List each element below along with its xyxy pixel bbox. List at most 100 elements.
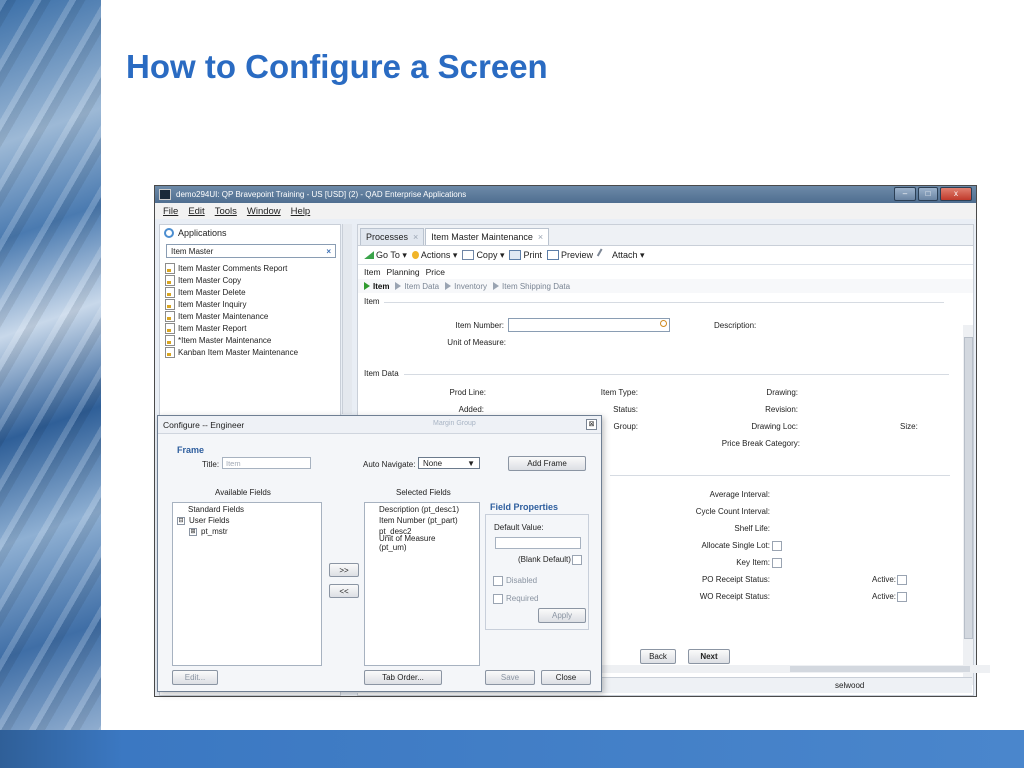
applications-header[interactable]: Applications xyxy=(160,225,340,241)
required-checkbox[interactable] xyxy=(493,594,503,604)
frame-nav-item-data[interactable]: Item Data xyxy=(395,282,439,291)
allocate-single-lot-checkbox[interactable] xyxy=(772,541,782,551)
subtab-planning[interactable]: Planning xyxy=(387,267,420,277)
application-search-input[interactable]: Item Master × xyxy=(166,244,336,258)
required-label: Required xyxy=(506,594,539,603)
copy-button[interactable]: Copy ▾ xyxy=(462,250,504,261)
default-value-input[interactable] xyxy=(495,537,581,549)
minimize-button[interactable]: – xyxy=(894,187,916,201)
section-divider xyxy=(384,302,944,303)
play-icon xyxy=(364,282,370,291)
lightbulb-icon xyxy=(411,251,419,260)
list-item[interactable]: Item Master Copy xyxy=(165,274,340,286)
gear-icon xyxy=(164,228,174,238)
actions-button[interactable]: Actions ▾ xyxy=(411,250,457,261)
expand-icon[interactable]: ⊞ xyxy=(189,527,197,536)
list-item[interactable]: Item Master Comments Report xyxy=(165,262,340,274)
wo-active-checkbox[interactable] xyxy=(897,592,907,602)
section-item-label: Item xyxy=(364,297,380,306)
drawing-loc-label: Drawing Loc: xyxy=(751,422,798,431)
menu-help[interactable]: Help xyxy=(291,206,311,217)
menu-file[interactable]: File xyxy=(163,206,178,217)
scroll-thumb[interactable] xyxy=(964,337,973,639)
auto-navigate-label: Auto Navigate: xyxy=(363,460,416,469)
tab-order-button[interactable]: Tab Order... xyxy=(364,670,442,685)
maintenance-icon xyxy=(165,334,175,346)
goto-button[interactable]: Go To ▾ xyxy=(364,250,407,261)
list-item[interactable]: Unit of Measure (pt_um) xyxy=(379,534,465,552)
default-value-label: Default Value: xyxy=(494,523,544,532)
form-horizontal-scrollbar[interactable] xyxy=(590,665,990,673)
next-button[interactable]: Next xyxy=(688,649,730,664)
copy-icon xyxy=(165,274,175,286)
search-icon[interactable] xyxy=(660,320,667,327)
clear-search-icon[interactable]: × xyxy=(326,247,331,256)
dialog-titlebar: Configure -- Engineer Margin Group ⊠ xyxy=(158,416,601,434)
close-tab-icon[interactable]: × xyxy=(538,232,543,242)
play-icon xyxy=(395,282,402,291)
close-button[interactable]: Close xyxy=(541,670,591,685)
preview-button[interactable]: Preview xyxy=(547,250,593,261)
tab-processes[interactable]: Processes × xyxy=(360,228,425,245)
scroll-thumb[interactable] xyxy=(790,666,970,672)
menu-edit[interactable]: Edit xyxy=(188,206,204,217)
app-icon xyxy=(159,189,171,200)
tab-item-master-maintenance[interactable]: Item Master Maintenance × xyxy=(425,228,550,245)
item-number-field[interactable] xyxy=(508,318,670,332)
toolbar: Go To ▾ Actions ▾ Copy ▾ Print Preview A… xyxy=(358,246,973,265)
tree-node-standard-fields[interactable]: Standard Fields xyxy=(177,504,317,515)
disabled-checkbox[interactable] xyxy=(493,576,503,586)
collapse-icon[interactable]: ⊟ xyxy=(177,516,185,525)
list-item[interactable]: Item Master Maintenance xyxy=(165,310,340,322)
report-icon xyxy=(165,262,175,274)
edit-button[interactable]: Edit... xyxy=(172,670,218,685)
list-item[interactable]: *Item Master Maintenance xyxy=(165,334,340,346)
window-titlebar: demo294UI: QP Bravepoint Training - US [… xyxy=(155,186,976,203)
frame-title-input[interactable]: Item xyxy=(222,457,311,469)
key-item-checkbox[interactable] xyxy=(772,558,782,568)
close-window-button[interactable]: x xyxy=(940,187,972,201)
menu-window[interactable]: Window xyxy=(247,206,281,217)
subtab-price[interactable]: Price xyxy=(426,267,445,277)
subtab-item[interactable]: Item xyxy=(364,267,381,277)
form-vertical-scrollbar[interactable] xyxy=(963,325,973,685)
available-fields-tree[interactable]: Standard Fields ⊟ User Fields ⊞ pt_mstr xyxy=(172,502,322,666)
list-item[interactable]: Item Master Inquiry xyxy=(165,298,340,310)
dialog-close-icon[interactable]: ⊠ xyxy=(586,419,597,430)
pane-splitter-scrollbar[interactable] xyxy=(342,224,352,414)
po-active-checkbox[interactable] xyxy=(897,575,907,585)
tree-node-user-fields[interactable]: ⊟ User Fields xyxy=(177,515,317,526)
maximize-button[interactable]: □ xyxy=(918,187,938,201)
frame-nav-inventory[interactable]: Inventory xyxy=(445,282,487,291)
play-icon xyxy=(445,282,452,291)
blank-default-checkbox[interactable] xyxy=(572,555,582,565)
save-button[interactable]: Save xyxy=(485,670,535,685)
auto-navigate-select[interactable]: None ▼ xyxy=(418,457,480,469)
added-label: Added: xyxy=(458,405,484,414)
list-item[interactable]: Item Master Report xyxy=(165,322,340,334)
revision-label: Revision: xyxy=(765,405,798,414)
active-label: Active: xyxy=(872,592,897,601)
list-item[interactable]: Item Master Delete xyxy=(165,286,340,298)
selected-fields-list[interactable]: Description (pt_desc1) Item Number (pt_p… xyxy=(364,502,480,666)
frame-nav-item[interactable]: Item xyxy=(364,282,389,291)
paperclip-icon xyxy=(596,248,612,262)
print-button[interactable]: Print xyxy=(509,250,542,261)
move-right-button[interactable]: >> xyxy=(329,563,359,577)
list-item[interactable]: Description (pt_desc1) xyxy=(379,504,465,515)
form-subtabs: Item Planning Price xyxy=(358,265,973,279)
close-tab-icon[interactable]: × xyxy=(413,232,418,242)
tree-node-pt-mstr[interactable]: ⊞ pt_mstr xyxy=(177,526,317,537)
list-item[interactable]: Item Number (pt_part) xyxy=(379,515,465,526)
list-item[interactable]: Kanban Item Master Maintenance xyxy=(165,346,340,358)
menu-tools[interactable]: Tools xyxy=(215,206,237,217)
apply-button[interactable]: Apply xyxy=(538,608,586,623)
frame-group-title: Frame xyxy=(177,445,205,455)
add-frame-button[interactable]: Add Frame xyxy=(508,456,586,471)
attach-button[interactable]: Attach ▾ xyxy=(596,248,645,262)
frame-nav-shipping[interactable]: Item Shipping Data xyxy=(493,282,570,291)
frame-title-label: Title: xyxy=(202,460,220,469)
average-interval-label: Average Interval: xyxy=(709,490,770,499)
back-button[interactable]: Back xyxy=(640,649,676,664)
move-left-button[interactable]: << xyxy=(329,584,359,598)
